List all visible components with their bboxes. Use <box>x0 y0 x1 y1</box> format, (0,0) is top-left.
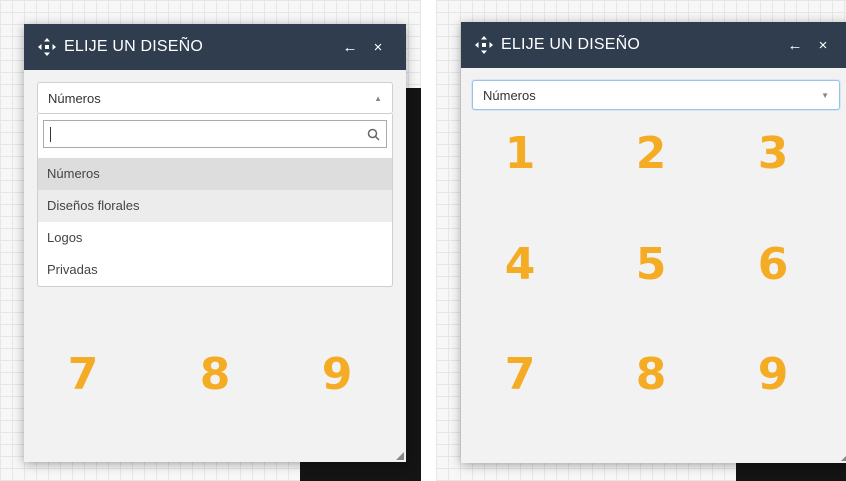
panel-title: ELIJE UN DISEÑO <box>64 38 204 55</box>
close-button[interactable]: × <box>809 37 837 54</box>
search-icon <box>367 128 380 141</box>
move-arrows-icon[interactable] <box>38 38 56 56</box>
dropdown-option-disenos-florales[interactable]: Diseños florales <box>38 190 392 222</box>
category-select-value: Números <box>48 90 101 106</box>
design-picker-panel: ELIJE UN DISEÑO ← × Números ▼ 1 2 3 4 5 … <box>461 22 846 463</box>
design-picker-panel: ELIJE UN DISEÑO ← × Números ▲ Números Di… <box>24 24 406 462</box>
category-dropdown: Números Diseños florales Logos Privadas <box>37 114 393 287</box>
right-screenshot: ELIJE UN DISEÑO ← × Números ▼ 1 2 3 4 5 … <box>436 0 846 481</box>
design-number-5[interactable]: 5 <box>621 240 681 290</box>
design-number-2[interactable]: 2 <box>621 129 681 179</box>
dropdown-option-numeros[interactable]: Números <box>38 158 392 190</box>
close-button[interactable]: × <box>364 39 392 56</box>
design-number-9[interactable]: 9 <box>307 350 367 400</box>
panel-titlebar[interactable]: ELIJE UN DISEÑO ← × <box>24 24 406 70</box>
category-select[interactable]: Números ▲ <box>37 82 393 114</box>
design-number-1[interactable]: 1 <box>490 129 550 179</box>
design-number-8[interactable]: 8 <box>185 350 245 400</box>
category-select-value: Números <box>483 87 536 103</box>
resize-handle-icon[interactable] <box>394 450 404 460</box>
resize-handle-icon[interactable] <box>839 451 846 461</box>
dropdown-option-logos[interactable]: Logos <box>38 222 392 254</box>
left-screenshot: ELIJE UN DISEÑO ← × Números ▲ Números Di… <box>0 0 421 481</box>
caret-up-icon: ▲ <box>374 93 382 103</box>
design-number-7[interactable]: 7 <box>53 350 113 400</box>
category-select[interactable]: Números ▼ <box>472 80 840 110</box>
design-number-9[interactable]: 9 <box>743 350 803 400</box>
design-number-3[interactable]: 3 <box>743 129 803 179</box>
panel-title: ELIJE UN DISEÑO <box>501 36 641 53</box>
background-dark-area <box>300 460 421 481</box>
panel-titlebar[interactable]: ELIJE UN DISEÑO ← × <box>461 22 846 68</box>
back-button[interactable]: ← <box>336 39 364 56</box>
background-dark-area <box>736 460 846 481</box>
text-cursor <box>50 126 51 142</box>
design-number-6[interactable]: 6 <box>743 240 803 290</box>
design-number-7[interactable]: 7 <box>490 350 550 400</box>
back-button[interactable]: ← <box>781 37 809 54</box>
dropdown-option-privadas[interactable]: Privadas <box>38 254 392 286</box>
design-number-4[interactable]: 4 <box>490 240 550 290</box>
design-number-8[interactable]: 8 <box>621 350 681 400</box>
move-arrows-icon[interactable] <box>475 36 493 54</box>
dropdown-search-input[interactable] <box>43 120 387 148</box>
caret-down-icon: ▼ <box>821 90 829 100</box>
